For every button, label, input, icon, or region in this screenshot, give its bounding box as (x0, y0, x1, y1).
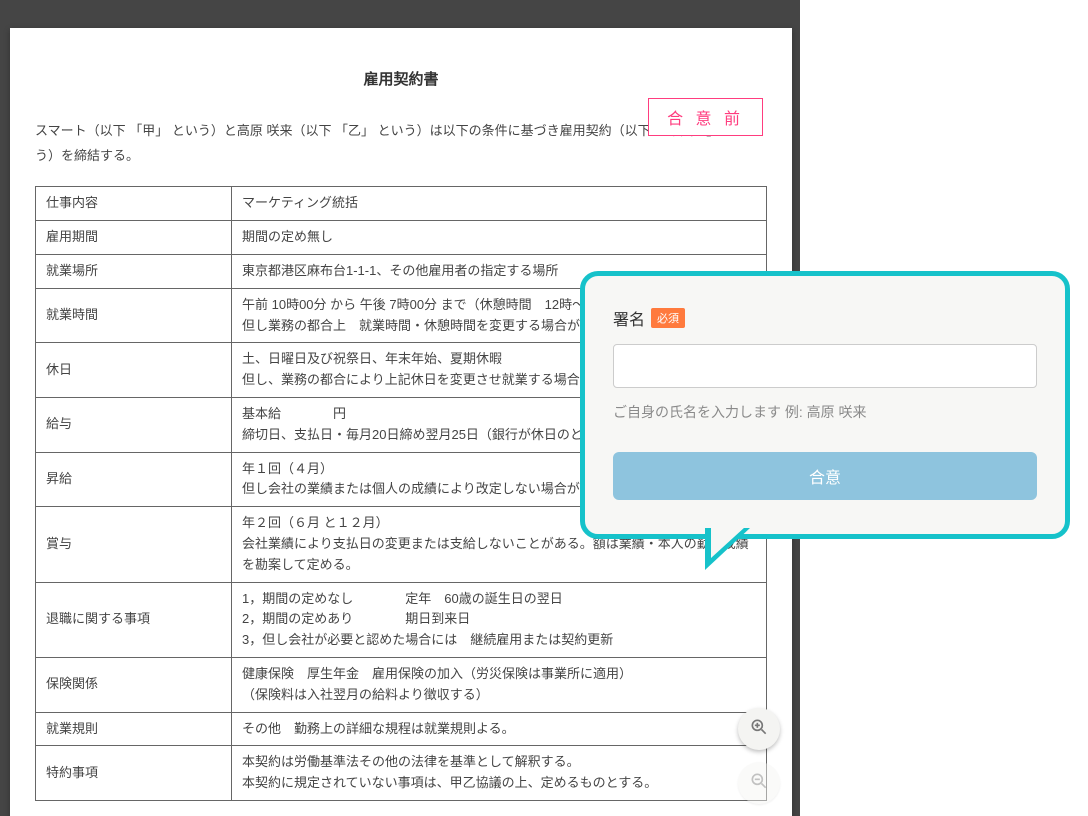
term-label: 休日 (36, 343, 232, 398)
table-row: 就業規則その他 勤務上の詳細な規程は就業規則よる。 (36, 712, 767, 746)
zoom-out-icon (749, 771, 769, 796)
signature-popup: 署名 必須 ご自身の氏名を入力します 例: 高原 咲来 合意 (580, 271, 1070, 539)
term-value: マーケティング統括 (232, 187, 767, 221)
signature-hint: ご自身の氏名を入力します 例: 高原 咲来 (613, 402, 1037, 422)
term-label: 給与 (36, 397, 232, 452)
signature-input[interactable] (613, 344, 1037, 388)
term-label: 保険関係 (36, 657, 232, 712)
table-row: 仕事内容マーケティング統括 (36, 187, 767, 221)
term-label: 就業場所 (36, 254, 232, 288)
term-label: 雇用期間 (36, 221, 232, 255)
term-label: 賞与 (36, 507, 232, 582)
term-label: 仕事内容 (36, 187, 232, 221)
popup-tail-icon (711, 527, 745, 558)
zoom-controls (738, 708, 780, 804)
term-value: 健康保険 厚生年金 雇用保険の加入（労災保険は事業所に適用） （保険料は入社翌月… (232, 657, 767, 712)
zoom-in-button[interactable] (738, 708, 780, 750)
agree-button[interactable]: 合意 (613, 452, 1037, 500)
table-row: 特約事項本契約は労働基準法その他の法律を基準として解釈する。 本契約に規定されて… (36, 746, 767, 801)
signature-label: 署名 (613, 306, 645, 330)
term-label: 就業時間 (36, 288, 232, 343)
document-title: 雇用契約書 (35, 68, 767, 89)
term-value: 1，期間の定めなし 定年 60歳の誕生日の翌日 2，期間の定めあり 期日到来日 … (232, 582, 767, 657)
table-row: 雇用期間期間の定め無し (36, 221, 767, 255)
term-label: 特約事項 (36, 746, 232, 801)
term-value: 本契約は労働基準法その他の法律を基準として解釈する。 本契約に規定されていない事… (232, 746, 767, 801)
required-badge: 必須 (651, 308, 685, 328)
term-label: 昇給 (36, 452, 232, 507)
zoom-in-icon (749, 717, 769, 742)
term-label: 就業規則 (36, 712, 232, 746)
term-value: 期間の定め無し (232, 221, 767, 255)
term-value: その他 勤務上の詳細な規程は就業規則よる。 (232, 712, 767, 746)
table-row: 退職に関する事項1，期間の定めなし 定年 60歳の誕生日の翌日 2，期間の定めあ… (36, 582, 767, 657)
status-stamp: 合 意 前 (648, 98, 763, 136)
zoom-out-button[interactable] (738, 762, 780, 804)
term-label: 退職に関する事項 (36, 582, 232, 657)
table-row: 保険関係健康保険 厚生年金 雇用保険の加入（労災保険は事業所に適用） （保険料は… (36, 657, 767, 712)
